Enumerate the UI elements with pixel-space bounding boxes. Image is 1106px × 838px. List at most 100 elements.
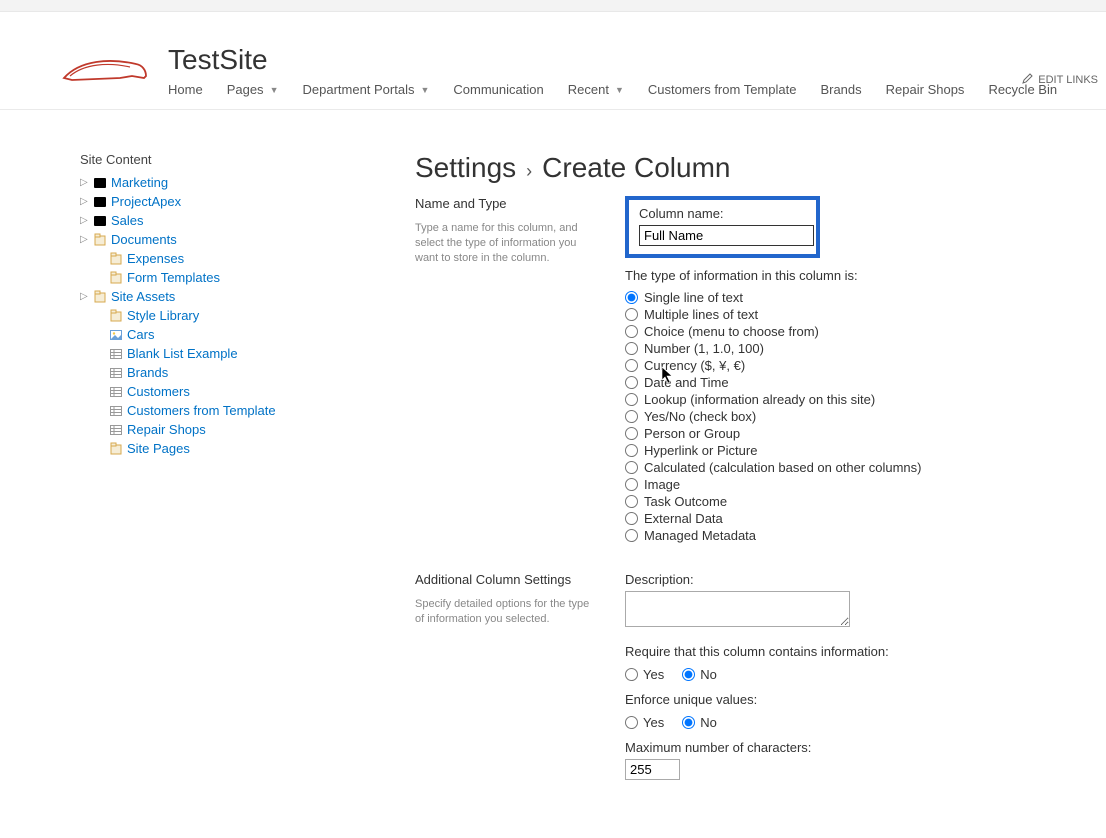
nav-node-style-library[interactable]: Style Library [80,306,295,325]
site-title[interactable]: TestSite [168,44,1106,76]
nav-item-home[interactable]: Home [168,82,203,97]
nav-node-brands[interactable]: Brands [80,363,295,382]
column-type-radio[interactable] [625,410,638,423]
nav-node-cars[interactable]: Cars [80,325,295,344]
column-type-radio[interactable] [625,529,638,542]
nav-item-label: Customers from Template [648,82,797,97]
nav-node-sales[interactable]: ▷Sales [80,211,295,230]
nav-node-site-assets[interactable]: ▷Site Assets [80,287,295,306]
ribbon-placeholder [0,0,1106,12]
nav-node-customers-from-template[interactable]: Customers from Template [80,401,295,420]
nav-node-site-pages[interactable]: Site Pages [80,439,295,458]
column-type-option[interactable]: Single line of text [625,289,1065,306]
require-no-radio[interactable] [682,668,695,681]
nav-item-brands[interactable]: Brands [820,82,861,97]
column-type-option[interactable]: Choice (menu to choose from) [625,323,1065,340]
column-type-radio[interactable] [625,376,638,389]
column-type-label: Managed Metadata [644,528,756,543]
lib-icon [109,309,123,323]
nav-item-recent[interactable]: Recent▼ [568,82,624,97]
column-type-option[interactable]: Hyperlink or Picture [625,442,1065,459]
expand-icon[interactable]: ▷ [80,291,89,302]
column-type-option[interactable]: Person or Group [625,425,1065,442]
nav-node-projectapex[interactable]: ▷ProjectApex [80,192,295,211]
expand-icon[interactable]: ▷ [80,234,89,245]
nav-node-label: Blank List Example [127,346,238,361]
require-yes-option[interactable]: Yes [625,667,664,682]
column-type-option[interactable]: Managed Metadata [625,527,1065,544]
nav-item-communication[interactable]: Communication [453,82,543,97]
nav-node-customers[interactable]: Customers [80,382,295,401]
breadcrumb-settings[interactable]: Settings [415,152,516,184]
column-type-option[interactable]: Multiple lines of text [625,306,1065,323]
nav-node-expenses[interactable]: Expenses [80,249,295,268]
column-name-highlight: Column name: [625,196,820,258]
column-type-radio[interactable] [625,291,638,304]
column-type-radio[interactable] [625,342,638,355]
section-name-and-type: Name and Type Type a name for this colum… [415,196,1065,544]
column-type-label: Task Outcome [644,494,727,509]
maxchars-input[interactable] [625,759,680,780]
column-type-radio[interactable] [625,427,638,440]
column-type-option[interactable]: Calculated (calculation based on other c… [625,459,1065,476]
column-type-radio[interactable] [625,325,638,338]
expand-icon[interactable]: ▷ [80,196,89,207]
column-name-input[interactable] [639,225,814,246]
require-label: Require that this column contains inform… [625,644,1065,659]
nav-node-blank-list-example[interactable]: Blank List Example [80,344,295,363]
column-type-radio[interactable] [625,512,638,525]
column-type-radio[interactable] [625,478,638,491]
unique-yes-option[interactable]: Yes [625,715,664,730]
expand-icon[interactable]: ▷ [80,177,89,188]
column-type-label: Multiple lines of text [644,307,758,322]
description-label: Description: [625,572,1065,587]
column-type-option[interactable]: Yes/No (check box) [625,408,1065,425]
nav-item-department-portals[interactable]: Department Portals▼ [302,82,429,97]
edit-links-label: EDIT LINKS [1038,74,1098,86]
site-header: TestSite Home Pages▼ Department Portals▼ Co… [0,12,1106,97]
nav-item-repair-shops[interactable]: Repair Shops [886,82,965,97]
column-type-option[interactable]: Lookup (information already on this site… [625,391,1065,408]
nav-item-customers-from-template[interactable]: Customers from Template [648,82,797,97]
column-type-radio[interactable] [625,308,638,321]
require-yes-radio[interactable] [625,668,638,681]
nav-node-repair-shops[interactable]: Repair Shops [80,420,295,439]
column-type-option[interactable]: Date and Time [625,374,1065,391]
expand-icon[interactable]: ▷ [80,215,89,226]
nav-node-label: Brands [127,365,168,380]
column-type-label: Choice (menu to choose from) [644,324,819,339]
lib-icon [109,271,123,285]
column-type-option[interactable]: Task Outcome [625,493,1065,510]
column-type-option[interactable]: External Data [625,510,1065,527]
nav-node-marketing[interactable]: ▷Marketing [80,173,295,192]
column-type-option[interactable]: Number (1, 1.0, 100) [625,340,1065,357]
nav-node-documents[interactable]: ▷Documents [80,230,295,249]
description-textarea[interactable] [625,591,850,627]
breadcrumb-separator-icon: › [526,161,532,182]
column-type-option[interactable]: Currency ($, ¥, €) [625,357,1065,374]
column-type-radio[interactable] [625,444,638,457]
column-type-radio[interactable] [625,393,638,406]
column-type-label: Date and Time [644,375,729,390]
column-type-label: Currency ($, ¥, €) [644,358,745,373]
nav-item-pages[interactable]: Pages▼ [227,82,279,97]
lib-icon [93,233,107,247]
unique-no-option[interactable]: No [682,715,717,730]
column-type-radio[interactable] [625,461,638,474]
subsite-icon [93,176,107,190]
require-no-option[interactable]: No [682,667,717,682]
column-type-option[interactable]: Image [625,476,1065,493]
require-yes-label: Yes [643,667,664,682]
main-content: Settings › Create Column Name and Type T… [415,152,1065,808]
unique-radios: Yes No [625,711,1065,740]
edit-links-button[interactable]: EDIT LINKS [1022,73,1098,87]
nav-node-label: Style Library [127,308,199,323]
nav-node-form-templates[interactable]: Form Templates [80,268,295,287]
unique-no-radio[interactable] [682,716,695,729]
section-title: Additional Column Settings [415,572,595,587]
list-icon [109,366,123,380]
unique-yes-radio[interactable] [625,716,638,729]
column-type-radio[interactable] [625,359,638,372]
column-type-radio[interactable] [625,495,638,508]
site-logo[interactable] [60,42,150,97]
